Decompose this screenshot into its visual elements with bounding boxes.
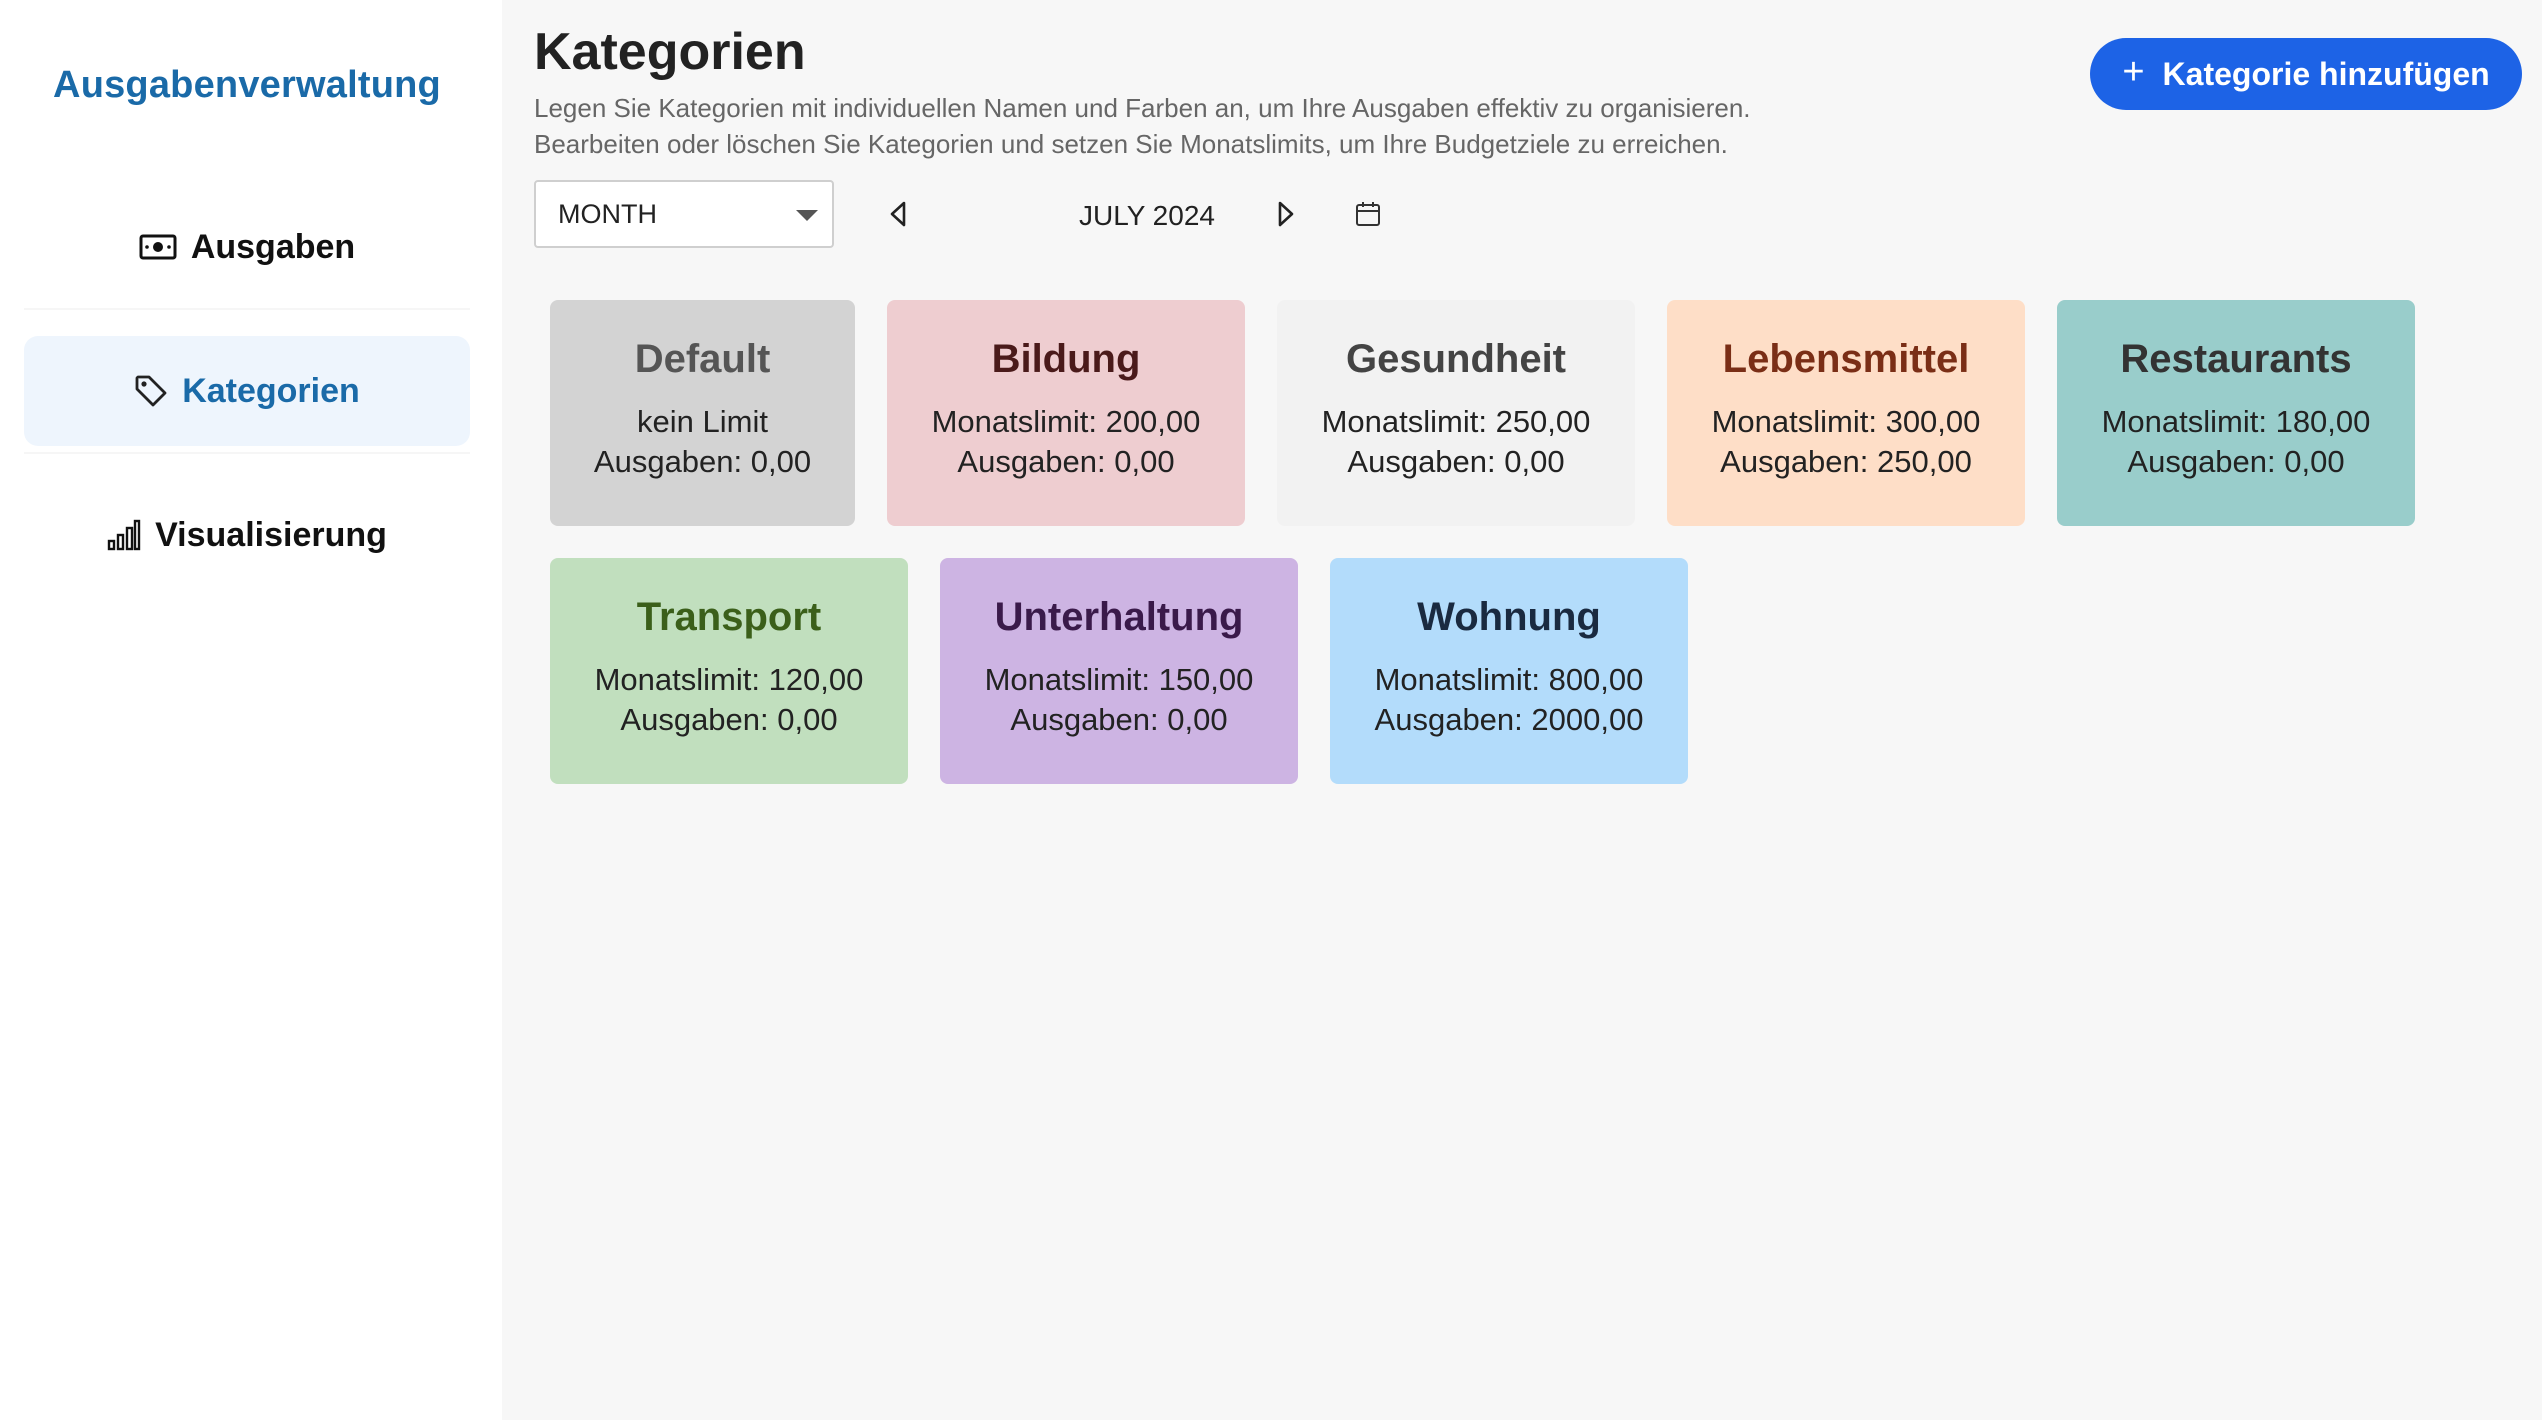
bar-chart-icon (107, 519, 141, 551)
category-name: Restaurants (2120, 336, 2352, 381)
category-name: Wohnung (1417, 594, 1601, 639)
page-title: Kategorien (534, 23, 806, 81)
category-name: Unterhaltung (994, 594, 1244, 639)
period-select[interactable]: MONTH (534, 180, 834, 248)
category-card-default[interactable]: Default kein Limit Ausgaben: 0,00 (550, 300, 855, 526)
category-name: Lebensmittel (1722, 336, 1970, 381)
main-content: Kategorien Legen Sie Kategorien mit indi… (502, 0, 2542, 1420)
category-spent: Ausgaben: 0,00 (2127, 443, 2345, 479)
category-limit: Monatslimit: 120,00 (594, 661, 864, 697)
category-spent: Ausgaben: 0,00 (1010, 701, 1228, 737)
sidebar-item-ausgaben[interactable]: Ausgaben (24, 192, 470, 302)
sidebar-item-label: Ausgaben (190, 227, 356, 266)
sidebar-item-visualisierung[interactable]: Visualisierung (24, 480, 470, 590)
category-spent: Ausgaben: 2000,00 (1374, 701, 1644, 737)
description-line: Bearbeiten oder löschen Sie Kategorien u… (534, 129, 1728, 159)
sidebar-item-label: Kategorien (182, 371, 360, 410)
category-limit: Monatslimit: 180,00 (2101, 403, 2371, 439)
calendar-icon (1355, 201, 1381, 232)
category-spent: Ausgaben: 0,00 (620, 701, 838, 737)
category-limit: Monatslimit: 250,00 (1321, 403, 1591, 439)
category-spent: Ausgaben: 0,00 (593, 443, 812, 479)
sidebar-item-kategorien[interactable]: Kategorien (24, 336, 470, 446)
category-card-wohnung[interactable]: Wohnung Monatslimit: 800,00 Ausgaben: 20… (1330, 558, 1688, 784)
category-limit: kein Limit (637, 403, 768, 439)
previous-period-button[interactable] (878, 196, 918, 236)
category-limit: Monatslimit: 150,00 (984, 661, 1254, 697)
category-name: Default (634, 336, 771, 381)
category-limit: Monatslimit: 300,00 (1711, 403, 1981, 439)
next-period-button[interactable] (1266, 196, 1306, 236)
category-limit: Monatslimit: 800,00 (1374, 661, 1644, 697)
page-description: Legen Sie Kategorien mit individuellen N… (534, 90, 1834, 162)
category-card-gesundheit[interactable]: Gesundheit Monatslimit: 250,00 Ausgaben:… (1277, 300, 1635, 526)
category-card-unterhaltung[interactable]: Unterhaltung Monatslimit: 150,00 Ausgabe… (940, 558, 1298, 784)
description-line: Legen Sie Kategorien mit individuellen N… (534, 93, 1751, 123)
category-spent: Ausgaben: 0,00 (1347, 443, 1565, 479)
app-title: Ausgabenverwaltung (53, 64, 441, 106)
category-card-bildung[interactable]: Bildung Monatslimit: 200,00 Ausgaben: 0,… (887, 300, 1245, 526)
chevron-left-icon (887, 200, 909, 233)
chevron-down-icon (796, 210, 818, 221)
period-select-value: MONTH (558, 198, 657, 229)
category-card-transport[interactable]: Transport Monatslimit: 120,00 Ausgaben: … (550, 558, 908, 784)
plus-icon: + (2122, 51, 2145, 93)
category-name: Gesundheit (1345, 336, 1567, 381)
category-spent: Ausgaben: 250,00 (1720, 443, 1972, 479)
add-category-label: Kategorie hinzufügen (2162, 55, 2490, 92)
period-label: JULY 2024 (1079, 200, 1215, 231)
chevron-right-icon (1275, 200, 1297, 233)
sidebar-item-label: Visualisierung (155, 515, 387, 554)
divider (24, 308, 470, 310)
category-card-restaurants[interactable]: Restaurants Monatslimit: 180,00 Ausgaben… (2057, 300, 2415, 526)
divider (24, 452, 470, 454)
category-name: Bildung (991, 336, 1141, 381)
tag-icon (134, 374, 168, 408)
category-card-lebensmittel[interactable]: Lebensmittel Monatslimit: 300,00 Ausgabe… (1667, 300, 2025, 526)
category-spent: Ausgaben: 0,00 (957, 443, 1175, 479)
sidebar: Ausgabenverwaltung Ausgaben Kategorien V… (0, 0, 502, 1420)
category-limit: Monatslimit: 200,00 (931, 403, 1201, 439)
money-icon (139, 233, 177, 261)
calendar-button[interactable] (1348, 196, 1388, 236)
category-name: Transport (636, 594, 822, 639)
add-category-button[interactable]: + Kategorie hinzufügen (2090, 38, 2522, 110)
